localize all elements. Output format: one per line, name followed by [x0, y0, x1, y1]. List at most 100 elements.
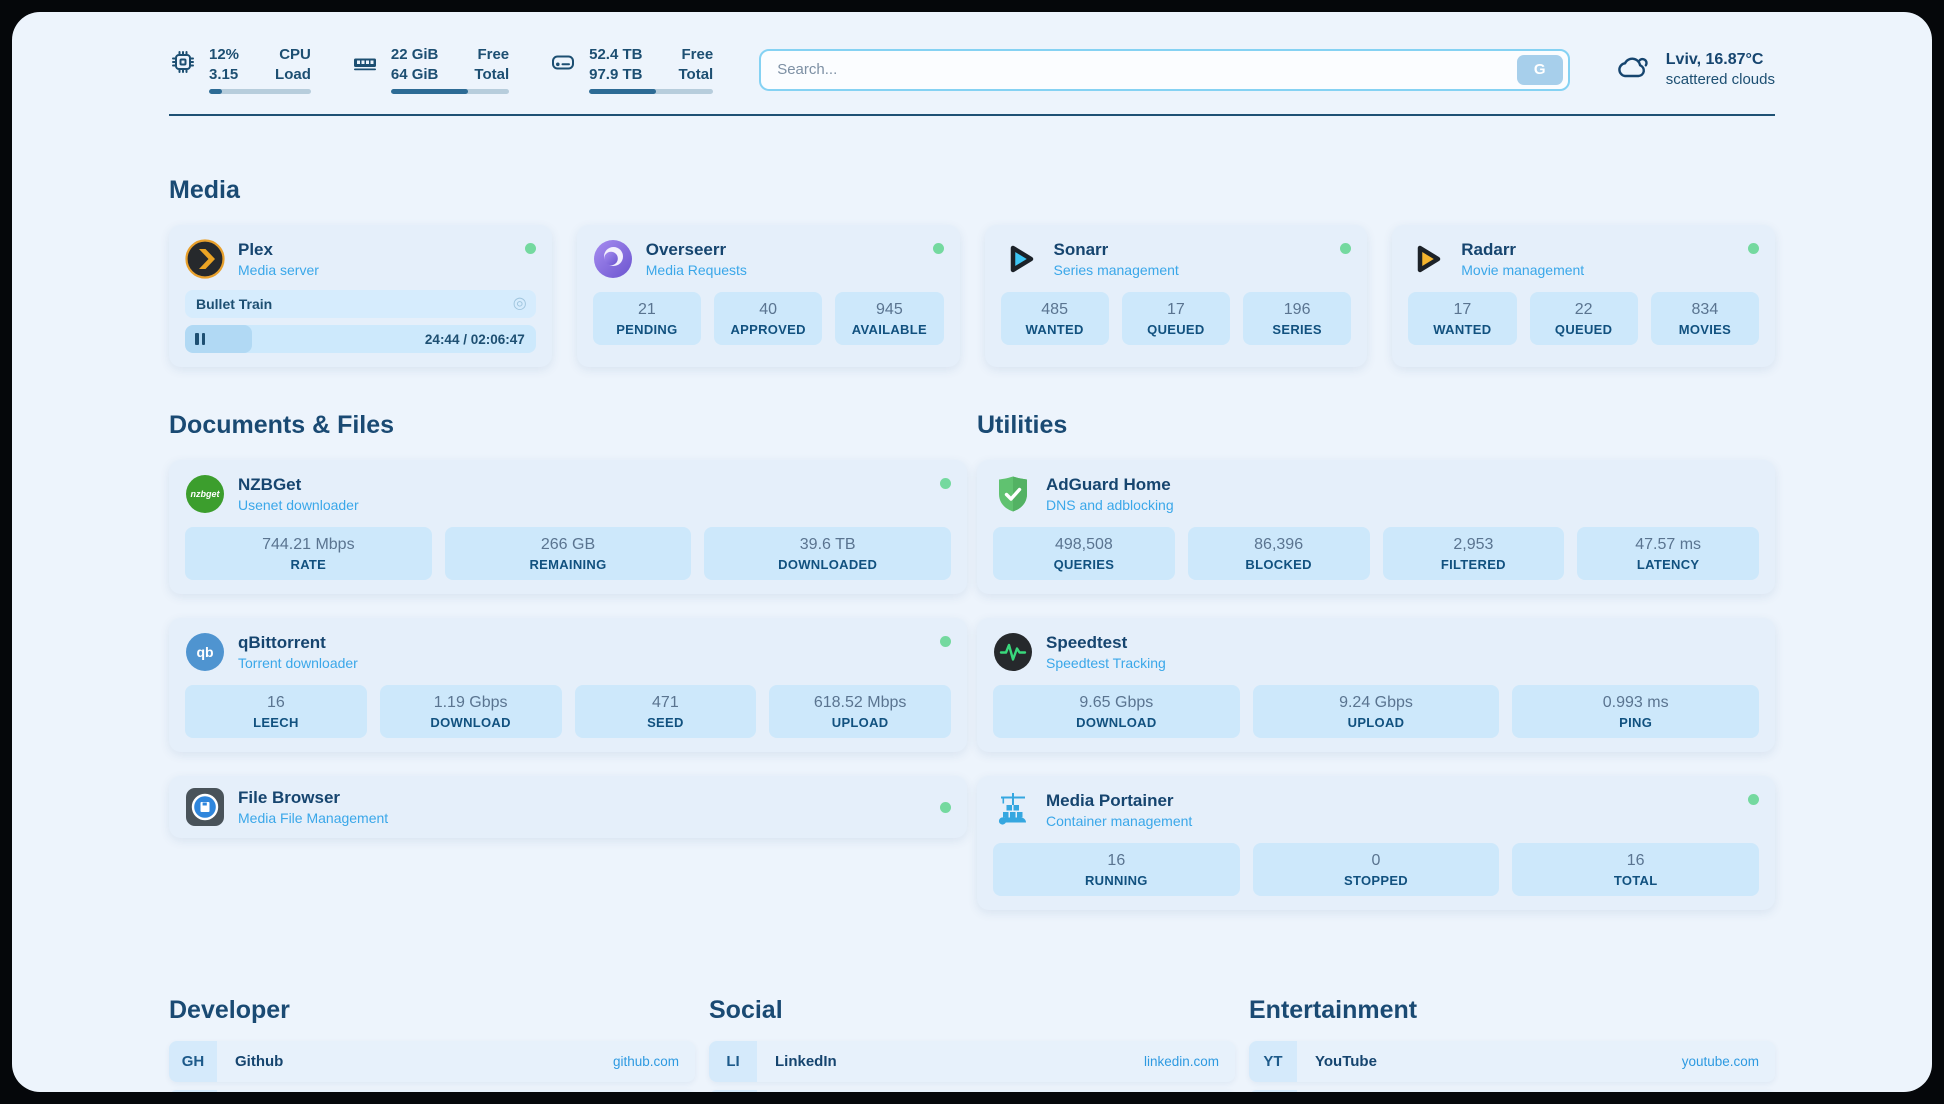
section-title-developer: Developer	[169, 996, 695, 1025]
app-name: Overseerr	[646, 240, 920, 260]
bookmark-abbr: GH	[169, 1041, 217, 1082]
app-card-sonarr[interactable]: Sonarr Series management 485WANTED 17QUE…	[985, 225, 1368, 367]
search-bar[interactable]: G	[759, 49, 1570, 91]
bookmark-name: Github	[235, 1053, 283, 1070]
media-grid: Plex Media server Bullet Train ◎ 24:44 /…	[169, 225, 1775, 367]
disk-progressbar	[589, 89, 713, 94]
bookmark-twitter[interactable]: TW Twitter twitter.com	[709, 1090, 1235, 1092]
stat-pill: 16RUNNING	[993, 843, 1240, 896]
status-dot	[940, 636, 951, 647]
ram-widget: 22 GiB64 GiB FreeTotal	[351, 45, 509, 94]
stat-pill: 471SEED	[575, 685, 757, 738]
stat-pill: 40APPROVED	[714, 292, 822, 345]
bookmark-url[interactable]: linkedin.com	[1144, 1054, 1235, 1069]
search-input[interactable]	[763, 61, 1517, 78]
status-dot	[1340, 243, 1351, 254]
playback-time: 24:44 / 02:06:47	[425, 332, 536, 347]
stat-pill: 0.993 msPING	[1512, 685, 1759, 738]
app-name: NZBGet	[238, 475, 927, 495]
bookmark-group-developer: Developer GH Github github.com SO StackO…	[169, 996, 695, 1092]
plex-icon	[185, 239, 225, 279]
disk-total: 97.9 TB	[589, 65, 642, 85]
status-dot	[525, 243, 536, 254]
bookmark-name: YouTube	[1315, 1053, 1377, 1070]
app-subtitle: Movie management	[1461, 262, 1735, 278]
app-card-adguard[interactable]: AdGuard Home DNS and adblocking 498,508Q…	[977, 460, 1775, 594]
cloud-icon	[1614, 51, 1654, 88]
stat-pill: 16LEECH	[185, 685, 367, 738]
stat-pill: 618.52 MbpsUPLOAD	[769, 685, 951, 738]
app-card-qbittorrent[interactable]: qb qBittorrent Torrent downloader 16LEEC…	[169, 618, 967, 752]
bookmark-linkedin[interactable]: LI LinkedIn linkedin.com	[709, 1041, 1235, 1082]
stat-pill: 1.19 GbpsDOWNLOAD	[380, 685, 562, 738]
bookmarks: Developer GH Github github.com SO StackO…	[169, 996, 1775, 1092]
disk-icon	[549, 45, 577, 81]
stat-pill: 0STOPPED	[1253, 843, 1500, 896]
sonarr-icon	[1001, 239, 1041, 279]
utilities-column: Utilities AdGuard Home DNS and adblockin…	[977, 411, 1775, 934]
cpu-icon	[169, 45, 197, 81]
bookmark-url[interactable]: github.com	[613, 1054, 695, 1069]
now-playing-title: Bullet Train ◎	[185, 290, 536, 318]
cpu-widget: 12%3.15 CPULoad	[169, 45, 311, 94]
app-subtitle: Usenet downloader	[238, 497, 927, 513]
status-dot	[940, 478, 951, 489]
bookmark-stackoverflow[interactable]: SO StackOverflow stackoverflow.com	[169, 1090, 695, 1092]
bookmark-name: LinkedIn	[775, 1053, 837, 1070]
app-card-portainer[interactable]: Media Portainer Container management 16R…	[977, 776, 1775, 910]
app-card-nzbget[interactable]: nzbget NZBGet Usenet downloader 744.21 M…	[169, 460, 967, 594]
status-dot	[1748, 794, 1759, 805]
stat-pill: 17WANTED	[1408, 292, 1516, 345]
app-card-speedtest[interactable]: Speedtest Speedtest Tracking 9.65 GbpsDO…	[977, 618, 1775, 752]
session-icon[interactable]: ◎	[513, 296, 527, 312]
app-subtitle: Media File Management	[238, 810, 927, 826]
system-stats: 12%3.15 CPULoad 22	[169, 45, 713, 94]
bookmark-url[interactable]: youtube.com	[1682, 1054, 1775, 1069]
stat-pill: 21PENDING	[593, 292, 701, 345]
topbar-divider	[169, 114, 1775, 116]
now-playing-progressbar[interactable]: 24:44 / 02:06:47	[185, 325, 536, 353]
app-name: Media Portainer	[1046, 791, 1735, 811]
ram-total: 64 GiB	[391, 65, 439, 85]
bookmark-abbr: YT	[1249, 1041, 1297, 1082]
app-name: Sonarr	[1054, 240, 1328, 260]
stat-pill: 39.6 TBDOWNLOADED	[704, 527, 951, 580]
documents-column: Documents & Files nzbget NZBGet Usenet d…	[169, 411, 967, 934]
cpu-load: 3.15	[209, 65, 239, 85]
section-title-utilities: Utilities	[977, 411, 1775, 440]
bookmark-netflix[interactable]: NF Netflix netflix.com	[1249, 1090, 1775, 1092]
bookmark-group-social: Social LI LinkedIn linkedin.com TW Twitt…	[709, 996, 1235, 1092]
bookmark-github[interactable]: GH Github github.com	[169, 1041, 695, 1082]
pause-icon[interactable]	[195, 333, 205, 345]
app-subtitle: Media Requests	[646, 262, 920, 278]
ram-progressbar	[391, 89, 509, 94]
stat-pill: 2,953FILTERED	[1383, 527, 1565, 580]
stat-pill: 86,396BLOCKED	[1188, 527, 1370, 580]
bookmark-abbr: LI	[709, 1041, 757, 1082]
cpu-progressbar	[209, 89, 311, 94]
app-subtitle: Torrent downloader	[238, 655, 927, 671]
app-card-plex[interactable]: Plex Media server Bullet Train ◎ 24:44 /…	[169, 225, 552, 367]
bookmark-youtube[interactable]: YT YouTube youtube.com	[1249, 1041, 1775, 1082]
stat-pill: 22QUEUED	[1530, 292, 1638, 345]
search-provider-button[interactable]: G	[1517, 55, 1563, 85]
dashboard-frame: 12%3.15 CPULoad 22	[12, 12, 1932, 1092]
portainer-icon	[993, 790, 1033, 830]
adguard-icon	[993, 474, 1033, 514]
app-name: Plex	[238, 240, 512, 260]
stat-pill: 834MOVIES	[1651, 292, 1759, 345]
app-name: Speedtest	[1046, 633, 1759, 653]
stat-pill: 196SERIES	[1243, 292, 1351, 345]
weather-location-temp: Lviv, 16.87°C	[1666, 51, 1775, 69]
stat-pill: 485WANTED	[1001, 292, 1109, 345]
topbar: 12%3.15 CPULoad 22	[169, 12, 1775, 94]
section-title-social: Social	[709, 996, 1235, 1025]
app-card-filebrowser[interactable]: File Browser Media File Management	[169, 776, 967, 838]
overseerr-icon	[593, 239, 633, 279]
stat-pill: 9.24 GbpsUPLOAD	[1253, 685, 1500, 738]
app-subtitle: Media server	[238, 262, 512, 278]
app-subtitle: Series management	[1054, 262, 1328, 278]
section-title-media: Media	[169, 176, 1775, 205]
app-card-overseerr[interactable]: Overseerr Media Requests 21PENDING 40APP…	[577, 225, 960, 367]
app-card-radarr[interactable]: Radarr Movie management 17WANTED 22QUEUE…	[1392, 225, 1775, 367]
